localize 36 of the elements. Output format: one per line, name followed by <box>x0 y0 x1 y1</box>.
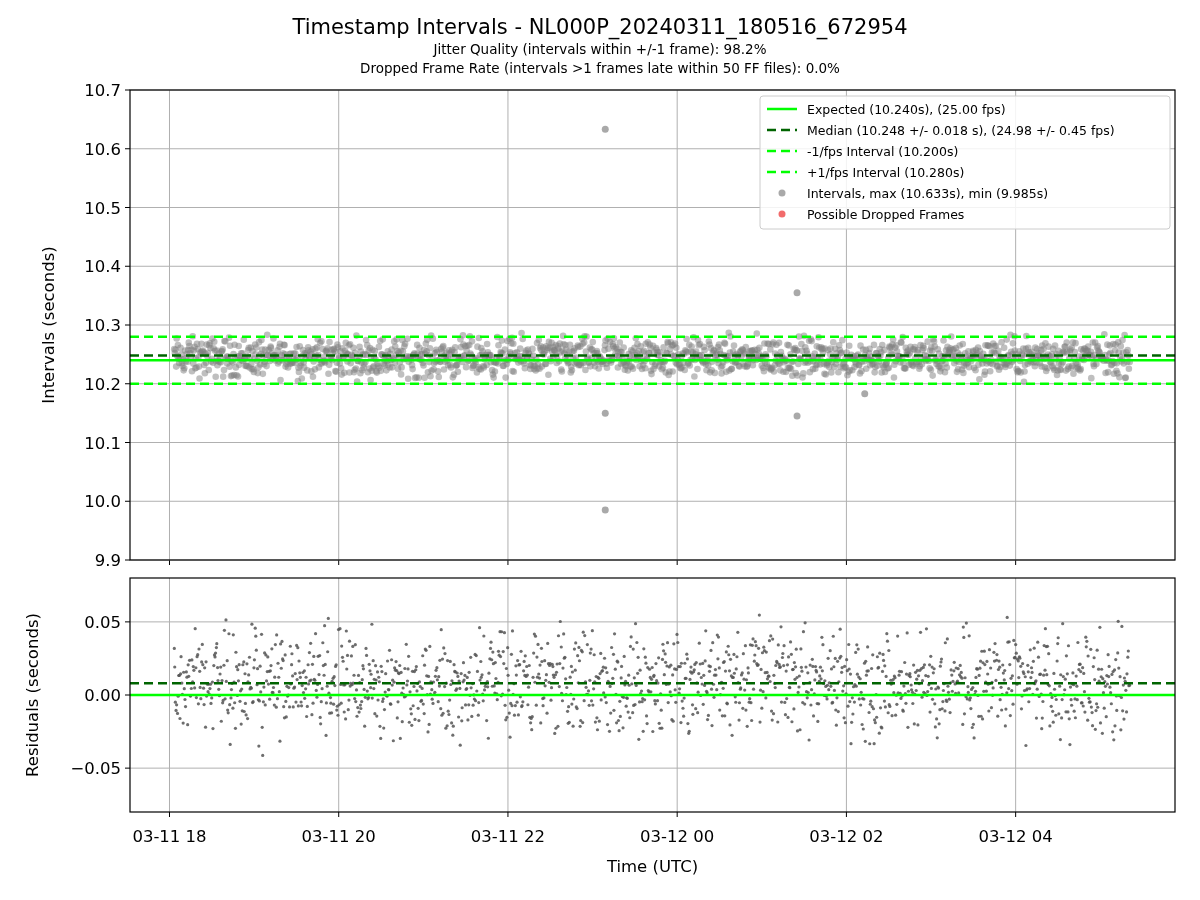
tick-label: 0.05 <box>84 612 121 632</box>
tick-label: 03-11 22 <box>470 827 546 846</box>
legend-label: +1/fps Interval (10.280s) <box>807 164 965 180</box>
legend-label: Intervals, max (10.633s), min (9.985s) <box>807 185 1049 201</box>
legend-label: -1/fps Interval (10.200s) <box>807 143 959 159</box>
tick-label: −0.05 <box>70 759 121 779</box>
chart-subtitle: Dropped Frame Rate (intervals >1 frames late within 50 FF files): 0.0% <box>360 59 840 78</box>
legend-dot-icon <box>778 189 786 197</box>
legend-line-icon <box>767 128 797 132</box>
tick-label: 10.3 <box>84 316 121 335</box>
legend-label: Median (10.248 +/- 0.018 s), (24.98 +/- 0.45 fps) <box>807 122 1115 138</box>
tick-label: 03-12 04 <box>978 827 1053 846</box>
legend-label: Expected (10.240s), (25.00 fps) <box>807 101 1006 117</box>
tick-label: 03-11 18 <box>132 827 207 846</box>
tick-label: 9.9 <box>94 551 121 570</box>
chart-subtitle: Jitter Quality (intervals within +/-1 frame): 98.2% <box>433 40 767 59</box>
legend-dot-icon <box>778 210 786 218</box>
legend-line-icon <box>767 170 797 174</box>
tick-label: 10.7 <box>84 81 121 100</box>
tick-label: 10.6 <box>84 139 121 159</box>
legend-line-icon <box>767 107 797 111</box>
legend-label: Possible Dropped Frames <box>807 206 965 222</box>
legend-line-icon <box>767 149 797 153</box>
tick-label: 0.00 <box>84 686 121 705</box>
x-axis-label: Time (UTC) <box>606 857 699 876</box>
y-axis-label: Residuals (seconds) <box>23 613 42 777</box>
tick-label: 03-11 20 <box>301 827 376 846</box>
y-axis-label: Intervals (seconds) <box>39 246 58 404</box>
tick-label: 10.0 <box>84 492 121 512</box>
tick-label: 10.2 <box>84 374 121 394</box>
tick-label: 10.1 <box>84 433 121 453</box>
tick-label: 03-12 02 <box>809 827 884 846</box>
tick-label: 10.5 <box>84 198 121 218</box>
tick-label: 03-12 00 <box>640 827 715 846</box>
tick-label: 10.4 <box>84 257 121 277</box>
chart-title: Timestamp Intervals - NL000P_20240311_180516_672954 <box>292 14 908 40</box>
